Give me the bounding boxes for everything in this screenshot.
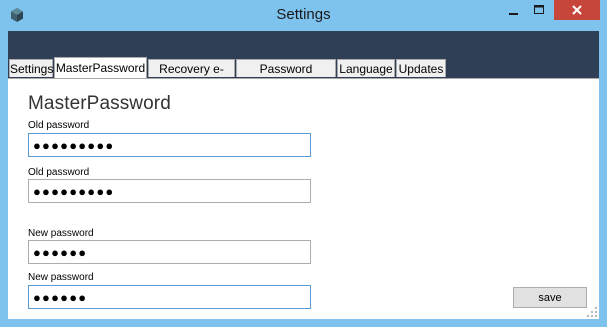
resize-grip-icon[interactable] <box>587 307 597 317</box>
panel-title: MasterPassword <box>28 93 171 114</box>
old-password-field[interactable]: ●●●●●●●●● <box>28 133 311 157</box>
masterpassword-panel: MasterPassword Old password ●●●●●●●●● Ol… <box>8 78 599 319</box>
tab-settings[interactable]: Settings <box>9 59 53 77</box>
new-password-label: New password <box>28 228 94 239</box>
tab-strip: Settings MasterPassword Recovery e-mail … <box>8 57 599 90</box>
old-password-label: Old password <box>28 120 90 131</box>
tab-recovery-email[interactable]: Recovery e-mail <box>148 59 235 90</box>
save-button[interactable]: save <box>513 287 587 308</box>
header-band <box>8 31 599 57</box>
client-area: Settings MasterPassword Recovery e-mail … <box>8 31 599 319</box>
close-button[interactable] <box>554 0 600 20</box>
old-password-confirm-label: Old password <box>28 167 90 178</box>
old-password-confirm-field[interactable]: ●●●●●●●●● <box>28 179 311 203</box>
tab-language[interactable]: Language <box>337 59 395 77</box>
settings-window: Settings Settings MasterPassword Recover… <box>0 0 607 327</box>
title-bar[interactable]: Settings <box>0 0 607 30</box>
minimize-button[interactable] <box>500 0 526 20</box>
maximize-icon <box>534 5 544 14</box>
minimize-icon <box>509 13 518 15</box>
new-password-confirm-label: New password <box>28 272 94 283</box>
close-icon <box>572 5 582 15</box>
new-password-confirm-field[interactable]: ●●●●●● <box>28 285 311 309</box>
tab-updates[interactable]: Updates <box>396 59 446 77</box>
new-password-field[interactable]: ●●●●●● <box>28 240 311 264</box>
tab-password-recovery[interactable]: Password recovery <box>236 59 336 90</box>
maximize-button[interactable] <box>526 0 552 20</box>
tab-masterpassword[interactable]: MasterPassword <box>54 57 147 78</box>
